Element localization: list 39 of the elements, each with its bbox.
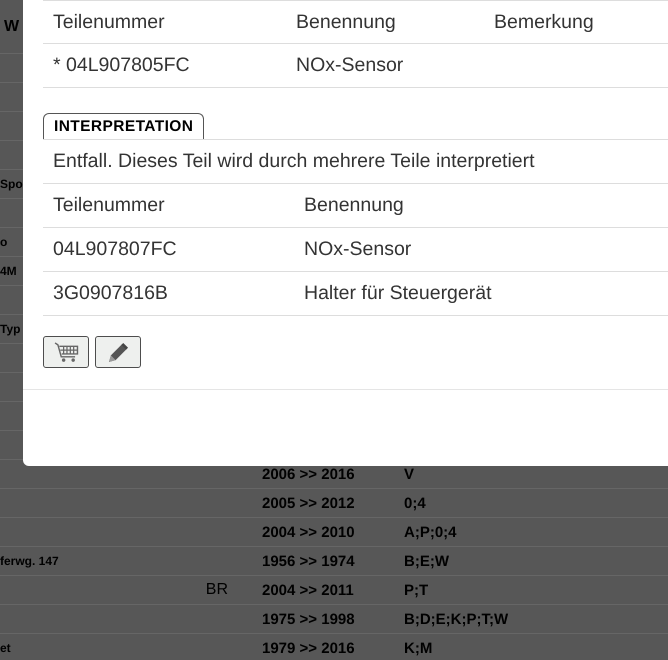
table-cell: P;T — [404, 582, 428, 598]
table-cell: B;E;W — [404, 552, 449, 570]
table-cell: NOx-Sensor — [296, 54, 404, 76]
table-cell: Spo — [0, 177, 23, 191]
table-cell: 1979 >> 2016 — [262, 640, 355, 656]
table-cell: 1975 >> 1998 — [262, 610, 355, 628]
cart-icon — [54, 342, 78, 362]
table-cell: * 04L907805FC — [53, 54, 190, 76]
table-cell: et — [0, 641, 11, 655]
column-header: Benennung — [296, 10, 396, 32]
column-header: Benennung — [304, 194, 404, 216]
table-cell: V — [404, 466, 414, 482]
table-cell: 4M — [0, 264, 17, 278]
column-header: W — [4, 18, 20, 36]
table-cell: 2004 >> 2011 — [262, 582, 354, 598]
cart-button[interactable] — [43, 336, 89, 368]
column-header: Teilenummer — [53, 194, 165, 216]
table-cell: K;M — [404, 640, 432, 656]
table-cell: 0;4 — [404, 494, 426, 512]
table-cell: ferwg. 147 — [0, 554, 59, 568]
table-cell: o — [0, 235, 8, 249]
table-cell: BR — [206, 581, 228, 598]
table-cell: Halter für Steuergerät — [304, 282, 492, 304]
table-cell: B;D;E;K;P;T;W — [404, 610, 508, 628]
table-cell: NOx-Sensor — [304, 238, 412, 260]
section-tab[interactable]: INTERPRETATION — [43, 113, 204, 139]
table-cell: 3G0907816B — [53, 282, 168, 304]
column-header: Bemerkung — [494, 10, 594, 32]
table-cell: 2004 >> 2010 — [262, 524, 355, 540]
table-cell: A;P;0;4 — [404, 524, 457, 540]
pencil-icon — [108, 342, 128, 362]
table-cell: 2006 >> 2016 — [262, 466, 355, 482]
column-header: Teilenummer — [53, 10, 165, 32]
note-text: Entfall. Dieses Teil wird durch mehrere Teile interpretiert — [53, 150, 536, 173]
table-cell: 04L907807FC — [53, 238, 177, 260]
table-cell: 1956 >> 1974 — [262, 552, 355, 570]
table-cell: 2005 >> 2012 — [262, 494, 355, 512]
table-cell: Typ — [0, 322, 20, 336]
edit-button[interactable] — [95, 336, 141, 368]
